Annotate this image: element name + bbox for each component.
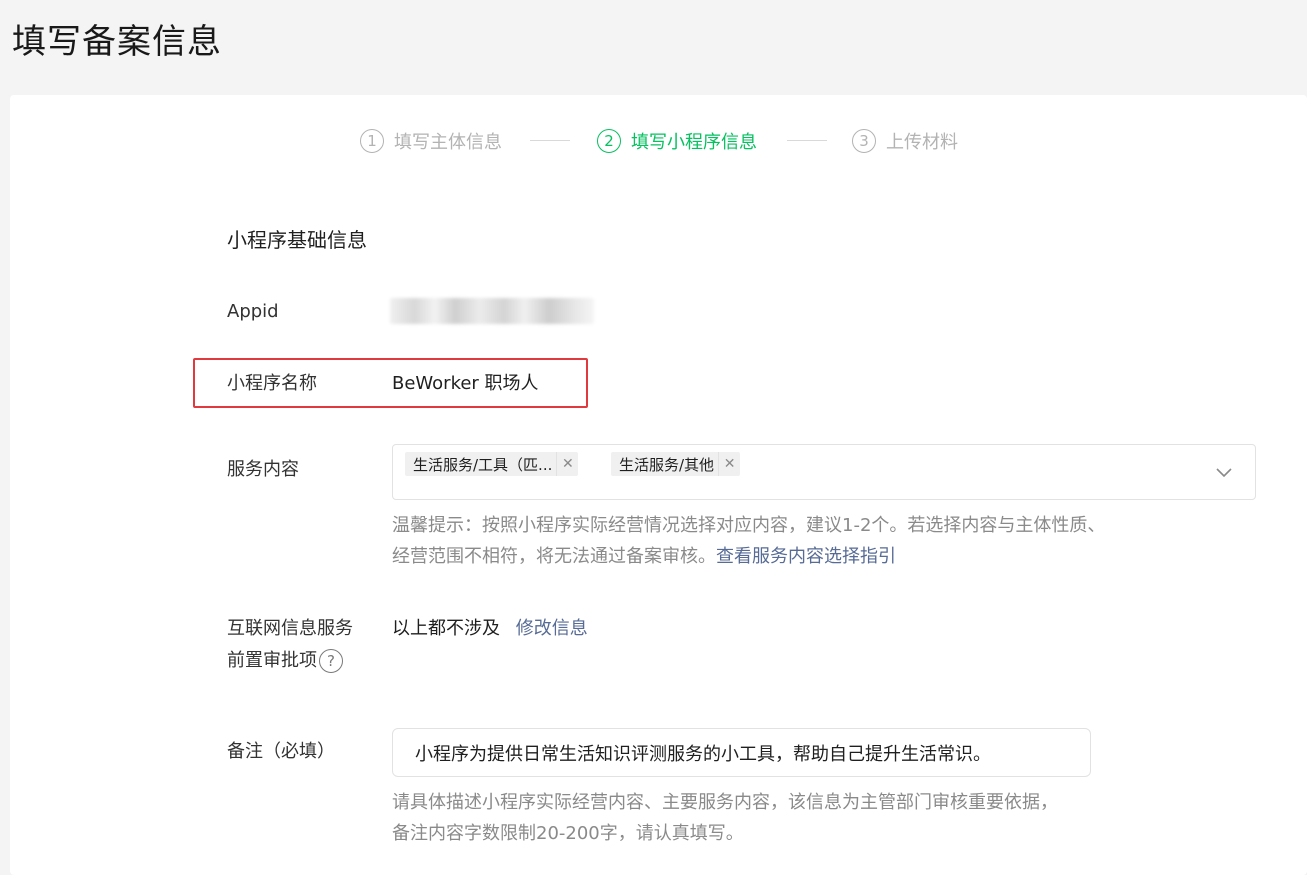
step-label: 填写主体信息 <box>394 132 502 153</box>
step-number: 1 <box>360 129 384 153</box>
chevron-down-icon[interactable] <box>1215 463 1233 481</box>
step-label: 上传材料 <box>886 132 958 153</box>
approval-value: 以上都不涉及 修改信息 <box>392 613 588 645</box>
page-title: 填写备案信息 <box>12 22 222 62</box>
section-title: 小程序基础信息 <box>227 228 367 252</box>
step-divider <box>530 140 570 141</box>
remark-input[interactable]: 小程序为提供日常生活知识评测服务的小工具，帮助自己提升生活常识。 <box>392 728 1091 777</box>
service-tag: 生活服务/其他 ✕ <box>611 452 741 476</box>
service-hint: 温馨提示：按照小程序实际经营情况选择对应内容，建议1-2个。若选择内容与主体性质… <box>392 510 1112 572</box>
approval-label-text: 前置审批项 <box>227 650 317 671</box>
step-1: 1 填写主体信息 <box>360 126 502 156</box>
remark-hint-line2: 备注内容字数限制20-200字，请认真填写。 <box>392 823 744 844</box>
step-3: 3 上传材料 <box>852 126 958 156</box>
remark-input-value: 小程序为提供日常生活知识评测服务的小工具，帮助自己提升生活常识。 <box>415 743 991 765</box>
edit-info-link[interactable]: 修改信息 <box>516 618 588 639</box>
close-icon[interactable]: ✕ <box>718 452 740 476</box>
service-label: 服务内容 <box>227 459 299 480</box>
step-label: 填写小程序信息 <box>631 132 757 153</box>
step-number: 2 <box>597 129 621 153</box>
approval-value-text: 以上都不涉及 <box>392 618 500 639</box>
step-number: 3 <box>852 129 876 153</box>
name-label: 小程序名称 <box>227 373 317 394</box>
approval-label-line2: 前置审批项? <box>227 645 343 677</box>
service-select[interactable]: 生活服务/工具（匹... ✕ 生活服务/其他 ✕ <box>392 444 1256 500</box>
appid-value-redacted <box>390 298 594 324</box>
service-tag-label: 生活服务/工具（匹... <box>413 455 553 474</box>
service-guide-link[interactable]: 查看服务内容选择指引 <box>716 546 896 567</box>
service-tag: 生活服务/工具（匹... ✕ <box>405 452 579 476</box>
close-icon[interactable]: ✕ <box>556 452 578 476</box>
step-2: 2 填写小程序信息 <box>597 126 757 156</box>
help-icon[interactable]: ? <box>319 649 343 673</box>
remark-label: 备注（必填） <box>227 741 335 762</box>
appid-label: Appid <box>227 301 279 322</box>
service-tag-label: 生活服务/其他 <box>619 455 715 474</box>
remark-hint-line1: 请具体描述小程序实际经营内容、主要服务内容，该信息为主管部门审核重要依据， <box>392 792 1058 813</box>
name-value: BeWorker 职场人 <box>392 373 539 394</box>
approval-label-line1: 互联网信息服务 <box>227 618 353 639</box>
step-divider <box>787 140 827 141</box>
